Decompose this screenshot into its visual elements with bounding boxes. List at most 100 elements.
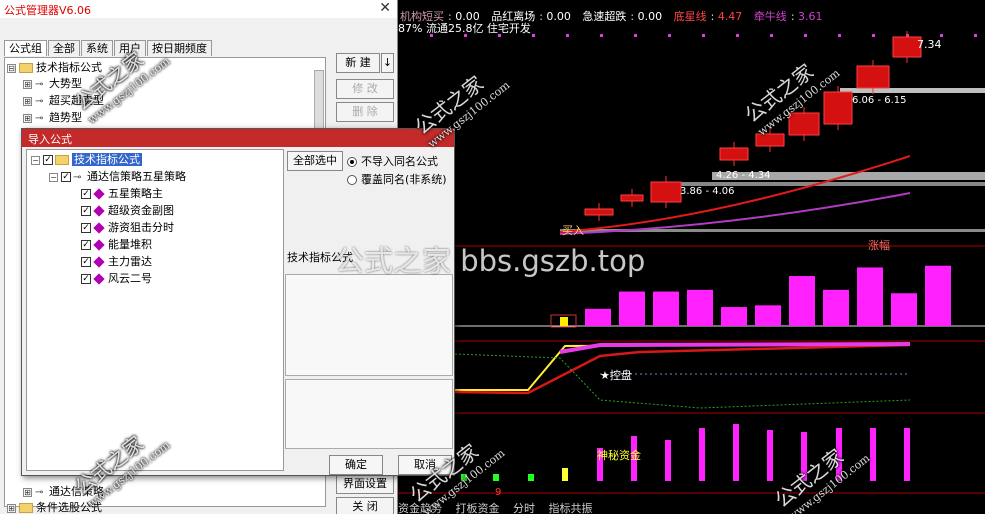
volume-bar — [925, 265, 951, 326]
candle-body — [755, 133, 785, 147]
radio-overwrite[interactable]: 覆盖同名(非系统) — [347, 171, 447, 187]
item-checkbox[interactable]: ✓ — [81, 223, 91, 233]
volume-yellow-marker — [560, 317, 568, 326]
radio-icon[interactable] — [347, 157, 357, 167]
pulse-bar — [493, 474, 499, 481]
info-item-3: 底星线: 4.47 — [673, 10, 743, 23]
formula-icon — [93, 205, 105, 217]
osc-red-line — [454, 343, 911, 395]
expand-icon[interactable]: ⊞ — [23, 79, 32, 89]
collapse-icon[interactable]: ⊟ — [7, 63, 16, 73]
pulse-bar — [904, 428, 910, 481]
item-checkbox[interactable]: ✓ — [81, 257, 91, 267]
key-icon: ⊸ — [35, 486, 44, 498]
candle — [650, 176, 682, 208]
formula-icon — [93, 273, 105, 285]
import-formula-dialog: 导入公式 − ✓ 技术指标公式 − ✓ ⊸ 通达信策略五星策略 ✓ 五星策略主 ✓ 超级资金副… — [21, 128, 455, 476]
item-checkbox[interactable]: ✓ — [81, 189, 91, 199]
top-dot — [600, 34, 603, 37]
manager-titlebar: 公式管理器V6.06 ✕ — [0, 0, 397, 18]
expand-icon[interactable]: ⊞ — [23, 96, 32, 106]
delete-button[interactable]: 删 除 — [336, 102, 394, 122]
top-dot — [532, 34, 535, 37]
close-button[interactable]: 关 闭 — [336, 497, 394, 514]
key-icon: ⊸ — [73, 171, 82, 183]
formula-icon — [93, 239, 105, 251]
tree-item-indicators[interactable]: ⊟ 技术指标公式 — [7, 60, 102, 75]
radio-skip-duplicate[interactable]: 不导入同名公式 — [347, 153, 438, 169]
folder-icon — [19, 63, 33, 73]
collapse-icon[interactable]: − — [31, 155, 40, 165]
price-label-high: 7.34 — [917, 38, 942, 51]
item-checkbox[interactable]: ✓ — [81, 206, 91, 216]
number-marker: 9 — [495, 487, 502, 498]
tab-all[interactable]: 全部 — [48, 40, 80, 56]
top-dot — [736, 34, 739, 37]
import-item-5[interactable]: ✓ 风云二号 — [81, 271, 152, 286]
new-button[interactable]: 新 建 — [336, 53, 380, 73]
import-tree-root[interactable]: − ✓ 技术指标公式 — [31, 152, 142, 167]
import-titlebar: 导入公式 — [22, 129, 454, 147]
price-label-range-1: 6.06 - 6.15 — [852, 95, 907, 106]
formula-icon — [93, 256, 105, 268]
formula-icon — [93, 188, 105, 200]
candle-body — [584, 208, 614, 216]
import-item-3[interactable]: ✓ 能量堆积 — [81, 237, 152, 252]
candle — [584, 203, 614, 221]
buy-signal-label: 买入 — [562, 224, 584, 237]
top-dot — [702, 34, 705, 37]
top-dot — [838, 34, 841, 37]
pulse-bar — [562, 468, 568, 481]
import-item-0[interactable]: ✓ 五星策略主 — [81, 186, 163, 201]
volume-bar — [823, 289, 849, 326]
info-item-4: 牵牛线: 3.61 — [753, 10, 823, 23]
volume-bar — [789, 276, 815, 326]
formula-info-panel — [285, 274, 453, 376]
ui-settings-button[interactable]: 界面设置 — [336, 474, 394, 494]
indicator-tab-3[interactable]: 指标共振 — [549, 502, 593, 514]
import-item-4[interactable]: ✓ 主力雷达 — [81, 254, 152, 269]
expand-icon[interactable]: ⊞ — [23, 113, 32, 123]
group-checkbox[interactable]: ✓ — [61, 172, 71, 182]
item-checkbox[interactable]: ✓ — [81, 274, 91, 284]
manager-title: 公式管理器V6.06 — [4, 4, 92, 17]
formula-desc-panel — [285, 379, 453, 449]
volume-bar — [857, 267, 883, 326]
osc-green-dotted-line — [454, 353, 911, 409]
formula-icon — [93, 222, 105, 234]
top-dot — [668, 34, 671, 37]
candle — [719, 142, 749, 166]
edit-button[interactable]: 修 改 — [336, 79, 394, 99]
select-all-button[interactable]: 全部选中 — [287, 151, 343, 171]
price-label-range-2: 4.26 - 4.34 — [716, 170, 771, 181]
tab-system[interactable]: 系统 — [81, 40, 113, 56]
expand-icon[interactable]: ⊞ — [7, 503, 16, 513]
osc-magenta-line — [559, 342, 911, 354]
secret-fund-label: 神秘资金 — [597, 449, 641, 462]
import-item-1[interactable]: ✓ 超级资金副图 — [81, 203, 174, 218]
expand-icon[interactable]: ⊞ — [23, 487, 32, 497]
info-item-2: 急速超跌: 0.00 — [582, 10, 663, 23]
volume-bar — [721, 307, 747, 326]
close-icon[interactable]: ✕ — [379, 0, 391, 16]
ok-button[interactable]: 确定 — [329, 455, 383, 475]
radio-icon[interactable] — [347, 175, 357, 185]
tree-item-trend[interactable]: ⊞ ⊸ 趋势型 — [23, 110, 82, 125]
root-checkbox[interactable]: ✓ — [43, 155, 53, 165]
import-tree-group[interactable]: − ✓ ⊸ 通达信策略五星策略 — [49, 169, 186, 184]
tab-formula-group[interactable]: 公式组 — [4, 40, 47, 56]
indicator-tab-2[interactable]: 分时 — [513, 502, 535, 514]
item-checkbox[interactable]: ✓ — [81, 240, 91, 250]
indicator-tab-1[interactable]: 打板资金 — [456, 502, 500, 514]
import-item-2[interactable]: ✓ 游资狙击分时 — [81, 220, 174, 235]
tree-scrollbar[interactable] — [314, 70, 324, 130]
import-tree[interactable]: − ✓ 技术指标公式 − ✓ ⊸ 通达信策略五星策略 ✓ 五星策略主 ✓ 超级资金副图 ✓ 游资… — [26, 149, 284, 471]
top-dot — [634, 34, 637, 37]
control-label: ★控盘 — [600, 369, 632, 382]
top-dot — [770, 34, 773, 37]
candle-body — [856, 65, 890, 89]
volume-bar — [891, 293, 917, 326]
volume-bar — [687, 289, 713, 326]
new-dropdown-button[interactable]: ↓ — [381, 53, 394, 73]
collapse-icon[interactable]: − — [49, 172, 58, 182]
